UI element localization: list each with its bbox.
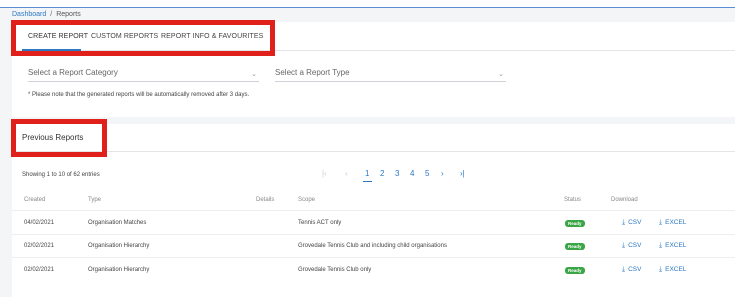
prev-page-button[interactable]: ‹ [345, 169, 348, 178]
page-5-button[interactable]: 5 [425, 169, 429, 178]
column-details: Details [256, 197, 275, 203]
page-2-button[interactable]: 2 [380, 169, 384, 178]
row2-status-badge: Ready [565, 243, 585, 250]
row2-csv-label: CSV [628, 242, 642, 249]
column-status: Status [564, 197, 582, 203]
previous-reports-card: Previous Reports Showing 1 to 10 of 62 e… [12, 124, 735, 297]
column-created: Created [24, 197, 46, 203]
row1-scope: Tennis ACT only [298, 220, 342, 226]
column-type: Type [88, 197, 102, 203]
row3-csv-download[interactable]: ⤓ CSV [622, 266, 641, 274]
report-type-placeholder: Select a Report Type [275, 68, 350, 77]
row3-excel-label: EXCEL [665, 266, 687, 273]
row1-type: Organisation Matches [88, 220, 147, 226]
current-page-indicator [363, 181, 372, 182]
entries-summary: Showing 1 to 10 of 62 entries [22, 172, 100, 178]
download-icon: ⤓ [622, 242, 626, 249]
download-icon: ⤓ [659, 219, 663, 226]
row2-excel-download[interactable]: ⤓ EXCEL [659, 242, 686, 250]
row3-status-badge: Ready [565, 267, 585, 274]
row1-created: 04/02/2021 [24, 220, 55, 226]
report-category-placeholder: Select a Report Category [28, 68, 118, 77]
page-4-button[interactable]: 4 [410, 169, 414, 178]
row2-created: 02/02/2021 [24, 243, 55, 249]
row-divider [12, 234, 735, 235]
retention-note: * Please note that the generated reports… [28, 92, 250, 98]
report-category-select[interactable]: Select a Report Category ⌄ [28, 68, 259, 82]
download-icon: ⤓ [659, 266, 663, 273]
row3-excel-download[interactable]: ⤓ EXCEL [659, 266, 686, 274]
row2-scope: Grovedale Tennis Club and including chil… [298, 243, 447, 249]
breadcrumb-current: Reports [56, 11, 81, 18]
download-icon: ⤓ [659, 242, 663, 249]
tabs-highlight-box [11, 20, 275, 56]
chevron-down-icon: ⌄ [251, 71, 257, 78]
breadcrumb-dashboard-link[interactable]: Dashboard [12, 11, 46, 18]
row1-status-badge: Ready [565, 220, 585, 227]
column-scope: Scope [298, 197, 316, 203]
row2-excel-label: EXCEL [665, 242, 687, 249]
page-3-button[interactable]: 3 [395, 169, 399, 178]
divider [12, 151, 735, 152]
previous-reports-highlight-box [11, 119, 107, 157]
row3-created: 02/02/2021 [24, 267, 55, 273]
first-page-button[interactable]: |‹ [322, 169, 327, 178]
next-page-button[interactable]: › [441, 169, 444, 178]
row-divider [12, 210, 735, 211]
breadcrumb: Dashboard / Reports [12, 11, 81, 18]
row1-csv-download[interactable]: ⤓ CSV [622, 219, 641, 227]
row3-csv-label: CSV [628, 266, 642, 273]
top-bar [0, 0, 735, 8]
column-download: Download [611, 197, 638, 203]
row3-scope: Grovedale Tennis Club only [298, 267, 372, 273]
download-icon: ⤓ [622, 266, 626, 273]
row2-type: Organisation Hierarchy [88, 243, 150, 249]
last-page-button[interactable]: ›| [460, 169, 465, 178]
row-divider [12, 257, 735, 258]
chevron-down-icon: ⌄ [498, 71, 504, 78]
breadcrumb-separator: / [50, 11, 53, 18]
report-type-select[interactable]: Select a Report Type ⌄ [275, 68, 506, 82]
download-icon: ⤓ [622, 219, 626, 226]
row1-csv-label: CSV [628, 219, 642, 226]
page-1-button[interactable]: 1 [365, 169, 369, 178]
row1-excel-download[interactable]: ⤓ EXCEL [659, 219, 686, 227]
row1-excel-label: EXCEL [665, 219, 687, 226]
row2-csv-download[interactable]: ⤓ CSV [622, 242, 641, 250]
row3-type: Organisation Hierarchy [88, 267, 150, 273]
